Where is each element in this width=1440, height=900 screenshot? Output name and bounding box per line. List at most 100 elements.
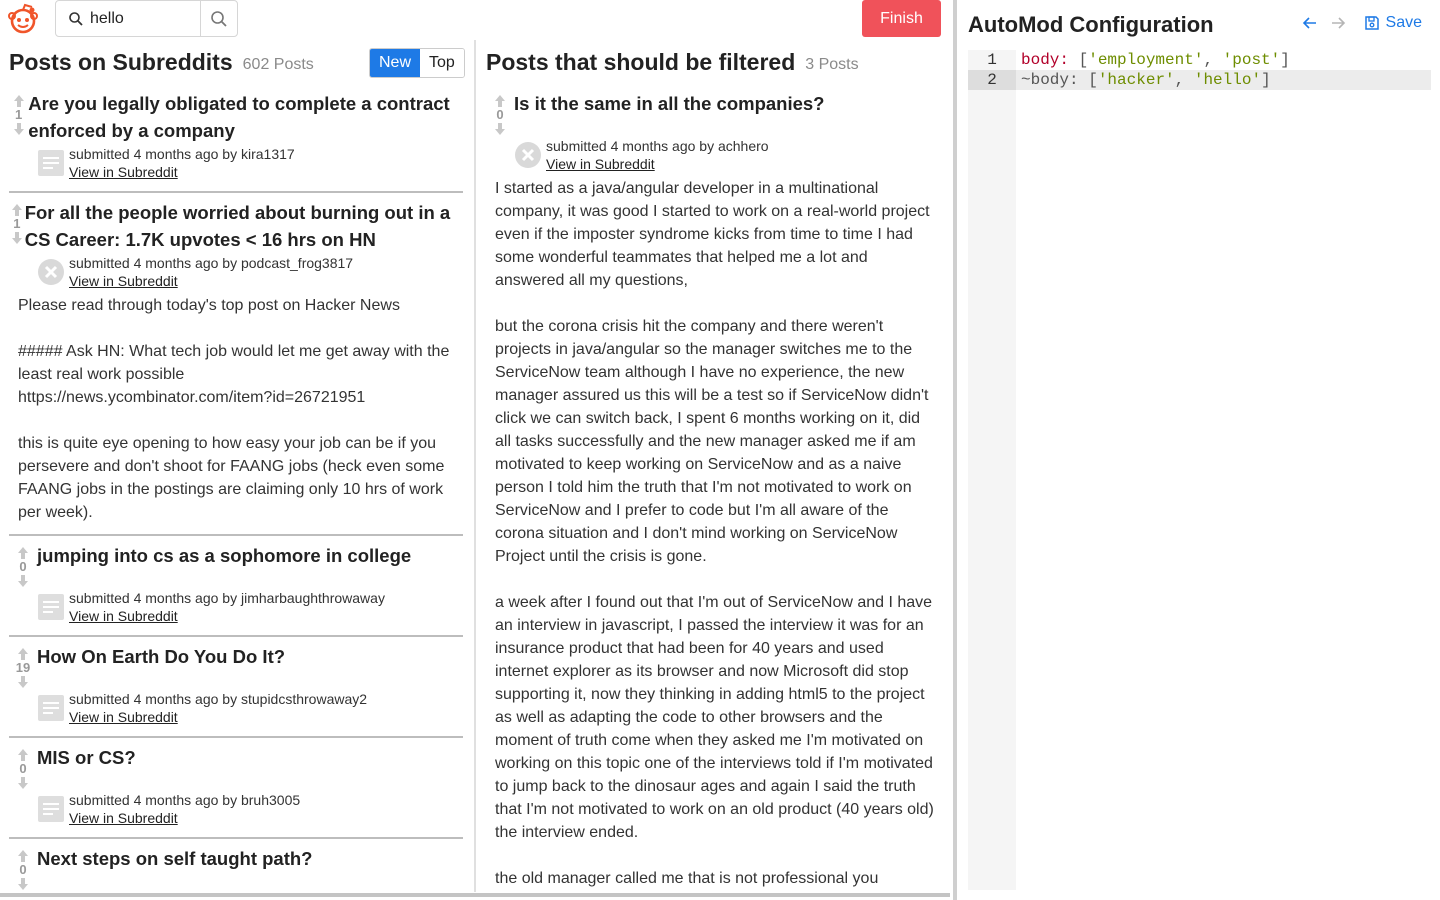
finish-button[interactable]: Finish [862, 0, 941, 37]
code-line-active[interactable]: 2 ~body: ['hacker', 'hello'] [968, 70, 1431, 90]
upvote-icon[interactable] [17, 647, 29, 661]
column-title: Posts that should be filtered [486, 48, 796, 75]
text-post-thumbnail-icon [38, 796, 64, 822]
upvote-icon[interactable] [11, 203, 23, 217]
view-in-subreddit-link[interactable]: View in Subreddit [69, 709, 178, 725]
downvote-icon[interactable] [17, 776, 29, 790]
score: 0 [19, 761, 27, 776]
removed-thumbnail-icon [515, 142, 541, 168]
post-title[interactable]: Are you legally obligated to complete a … [28, 90, 463, 144]
upvote-icon[interactable] [13, 94, 25, 108]
score: 0 [19, 559, 27, 574]
downvote-icon[interactable] [11, 231, 23, 245]
score: 0 [19, 862, 27, 877]
post-body: Please read through today's top post on … [18, 297, 450, 521]
list-item: 19 How On Earth Do You Do It? submitted 4 … [9, 637, 463, 738]
panel-title: AutoMod Configuration [968, 12, 1214, 37]
view-in-subreddit-link[interactable]: View in Subreddit [69, 810, 178, 826]
code-key: ~body [1021, 71, 1070, 89]
text-post-thumbnail-icon [38, 695, 64, 721]
view-in-subreddit-link[interactable]: View in Subreddit [546, 156, 655, 172]
post-meta: submitted 4 months ago by jimharbaughthr… [69, 590, 385, 606]
list-item: 0Next steps on self taught path?submitte… [9, 839, 463, 895]
code-colon: : [1059, 51, 1079, 69]
code-separator: , [1203, 51, 1223, 69]
column-title: Posts on Subreddits [9, 48, 233, 75]
post-meta: submitted 4 months ago by bruh3005 [69, 792, 301, 808]
search-box [55, 0, 238, 37]
column-divider[interactable] [474, 40, 476, 892]
post-title[interactable]: MIS or CS? [37, 744, 136, 790]
code-separator: , [1174, 71, 1194, 89]
code-string: 'hello' [1193, 71, 1262, 89]
vote-control: 1 [9, 199, 25, 253]
horizontal-scrollbar[interactable] [0, 893, 950, 897]
editor-toolbar: Save [1302, 14, 1422, 32]
filtered-posts-column: Posts that should be filtered 3 Posts 0 … [477, 40, 949, 896]
post-list: 1 Are you legally obligated to complete a… [0, 84, 472, 895]
search-input[interactable] [90, 9, 190, 28]
score: 0 [496, 107, 504, 122]
automod-panel: AutoMod Configuration Save 1 body: ['emp… [957, 0, 1440, 900]
list-item: 1 For all the people worried about burnin… [9, 193, 463, 536]
code-line[interactable]: 1 body: ['employment', 'post'] [968, 50, 1431, 70]
vote-control: 0 [9, 744, 37, 790]
column-header: Posts on Subreddits 602 Posts New Top [0, 40, 472, 84]
view-in-subreddit-link[interactable]: View in Subreddit [69, 608, 178, 624]
post-title[interactable]: For all the people worried about burning… [25, 199, 463, 253]
score: 19 [15, 660, 31, 675]
save-label: Save [1385, 14, 1422, 31]
post-meta: submitted 4 months ago by kira1317 [69, 146, 295, 162]
post-title[interactable]: Is it the same in all the companies? [514, 90, 824, 136]
code-colon: : [1069, 71, 1089, 89]
column-header: Posts that should be filtered 3 Posts [477, 40, 949, 84]
vote-control: 1 [9, 90, 28, 144]
upvote-icon[interactable] [17, 748, 29, 762]
post-body: I started as a java/angular developer in… [495, 180, 934, 895]
view-in-subreddit-link[interactable]: View in Subreddit [69, 164, 178, 180]
score: 1 [14, 107, 23, 122]
list-item: 0 Is it the same in all the companies? s… [486, 84, 939, 895]
undo-arrow-icon[interactable] [1302, 15, 1318, 31]
upvote-icon[interactable] [17, 849, 29, 863]
search-field[interactable] [56, 1, 200, 36]
sort-top-button[interactable]: Top [420, 49, 464, 77]
post-count: 602 Posts [242, 55, 314, 73]
code-string: 'post' [1222, 51, 1281, 69]
list-item: 0 jumping into cs as a sophomore in colle… [9, 536, 463, 637]
line-number: 2 [968, 70, 1016, 90]
line-gutter [968, 50, 1016, 890]
save-button[interactable]: Save [1364, 14, 1422, 32]
score: 1 [13, 216, 21, 231]
sort-new-button[interactable]: New [370, 49, 421, 77]
code-key: body [1021, 51, 1060, 69]
search-button[interactable] [200, 1, 237, 36]
save-icon [1364, 16, 1379, 30]
post-title[interactable]: How On Earth Do You Do It? [37, 643, 285, 689]
reddit-logo-icon[interactable] [6, 2, 40, 36]
downvote-icon[interactable] [17, 877, 29, 891]
downvote-icon[interactable] [17, 675, 29, 689]
view-in-subreddit-link[interactable]: View in Subreddit [69, 273, 178, 289]
vote-control: 19 [9, 643, 37, 689]
downvote-icon[interactable] [17, 574, 29, 588]
redo-arrow-icon[interactable] [1330, 15, 1346, 31]
removed-thumbnail-icon [38, 259, 64, 285]
code-bracket: [ [1078, 51, 1089, 69]
text-post-thumbnail-icon [38, 594, 64, 620]
list-item: 0 MIS or CS? submitted 4 months ago by bru… [9, 738, 463, 839]
upvote-icon[interactable] [17, 546, 29, 560]
code-editor[interactable]: 1 body: ['employment', 'post'] 2 ~body: … [968, 50, 1431, 890]
post-meta: submitted 4 months ago by podcast_frog38… [69, 255, 354, 271]
list-item: 1 Are you legally obligated to complete a… [9, 84, 463, 193]
post-meta: submitted 4 months ago by stupidcsthrowa… [69, 691, 368, 707]
sort-toggle: New Top [369, 48, 465, 78]
vote-control: 0 [9, 542, 37, 588]
vote-control: 0 [486, 90, 514, 136]
upvote-icon[interactable] [494, 94, 506, 108]
downvote-icon[interactable] [494, 122, 506, 136]
post-title[interactable]: jumping into cs as a sophomore in colleg… [37, 542, 411, 588]
vote-control: 0 [9, 845, 37, 891]
post-title[interactable]: Next steps on self taught path? [37, 845, 312, 891]
downvote-icon[interactable] [13, 122, 25, 136]
